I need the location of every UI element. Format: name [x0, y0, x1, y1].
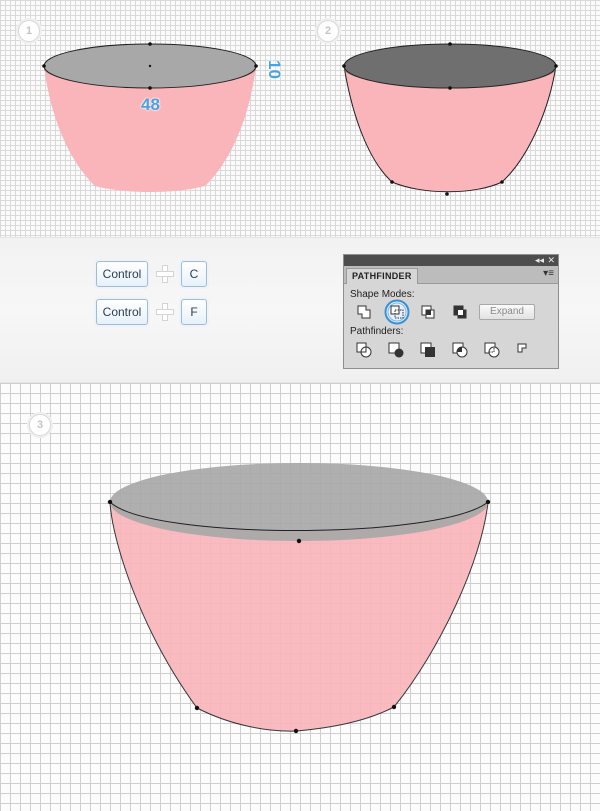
width-dimension-label: 48	[141, 95, 160, 114]
collapse-panel-icon[interactable]: ◂◂	[535, 255, 544, 266]
exclude-icon[interactable]	[452, 304, 468, 320]
minus-front-icon[interactable]	[384, 299, 410, 325]
control-key: Control	[96, 261, 148, 287]
expand-button[interactable]: Expand	[479, 304, 535, 320]
anchor-point[interactable]	[500, 180, 504, 184]
anchor-point[interactable]	[296, 538, 302, 544]
pathfinder-panel: ◂◂ ✕ PATHFINDER ▾≡ Shape Modes: Expand P…	[343, 254, 559, 369]
anchor-point[interactable]	[342, 64, 346, 68]
panel-menu-icon[interactable]: ▾≡	[543, 268, 554, 279]
anchor-point[interactable]	[391, 704, 397, 710]
step2-bowl[interactable]	[342, 42, 558, 196]
f-key: F	[181, 299, 207, 325]
step3-bowl-rim[interactable]	[110, 463, 488, 541]
anchor-point[interactable]	[148, 86, 152, 90]
anchor-point[interactable]	[554, 64, 558, 68]
anchor-point[interactable]	[254, 64, 258, 68]
plus-icon	[156, 303, 174, 321]
artwork-canvas	[42, 42, 558, 734]
outline-icon[interactable]	[484, 342, 500, 358]
step1-bowl[interactable]	[42, 42, 258, 192]
height-dimension-label: 10	[265, 60, 284, 79]
step2-bowl-rim[interactable]	[343, 43, 557, 89]
panel-tabbar: PATHFINDER ▾≡	[344, 266, 558, 284]
control-key: Control	[96, 299, 148, 325]
minus-back-icon[interactable]	[516, 342, 532, 358]
anchor-point[interactable]	[448, 86, 452, 90]
trim-icon[interactable]	[388, 342, 404, 358]
crop-icon[interactable]	[452, 342, 468, 358]
anchor-point[interactable]	[390, 180, 394, 184]
anchor-point[interactable]	[42, 64, 46, 68]
step3-bowl[interactable]	[107, 463, 491, 734]
close-panel-icon[interactable]: ✕	[547, 255, 555, 266]
anchor-point[interactable]	[445, 192, 449, 196]
anchor-point[interactable]	[107, 499, 113, 505]
merge-icon[interactable]	[420, 342, 436, 358]
anchor-point[interactable]	[194, 705, 200, 711]
tab-pathfinder[interactable]: PATHFINDER	[346, 268, 418, 284]
unite-icon[interactable]	[356, 304, 372, 320]
plus-icon	[156, 265, 174, 283]
divide-icon[interactable]	[356, 342, 372, 358]
panel-titlebar: ◂◂ ✕	[344, 255, 558, 266]
c-key: C	[181, 261, 207, 287]
center-point	[148, 64, 152, 68]
anchor-point[interactable]	[485, 499, 491, 505]
anchor-point[interactable]	[293, 728, 299, 734]
pathfinders-label: Pathfinders:	[350, 326, 404, 337]
anchor-point[interactable]	[448, 42, 452, 46]
anchor-point[interactable]	[148, 42, 152, 46]
intersect-icon[interactable]	[420, 304, 436, 320]
